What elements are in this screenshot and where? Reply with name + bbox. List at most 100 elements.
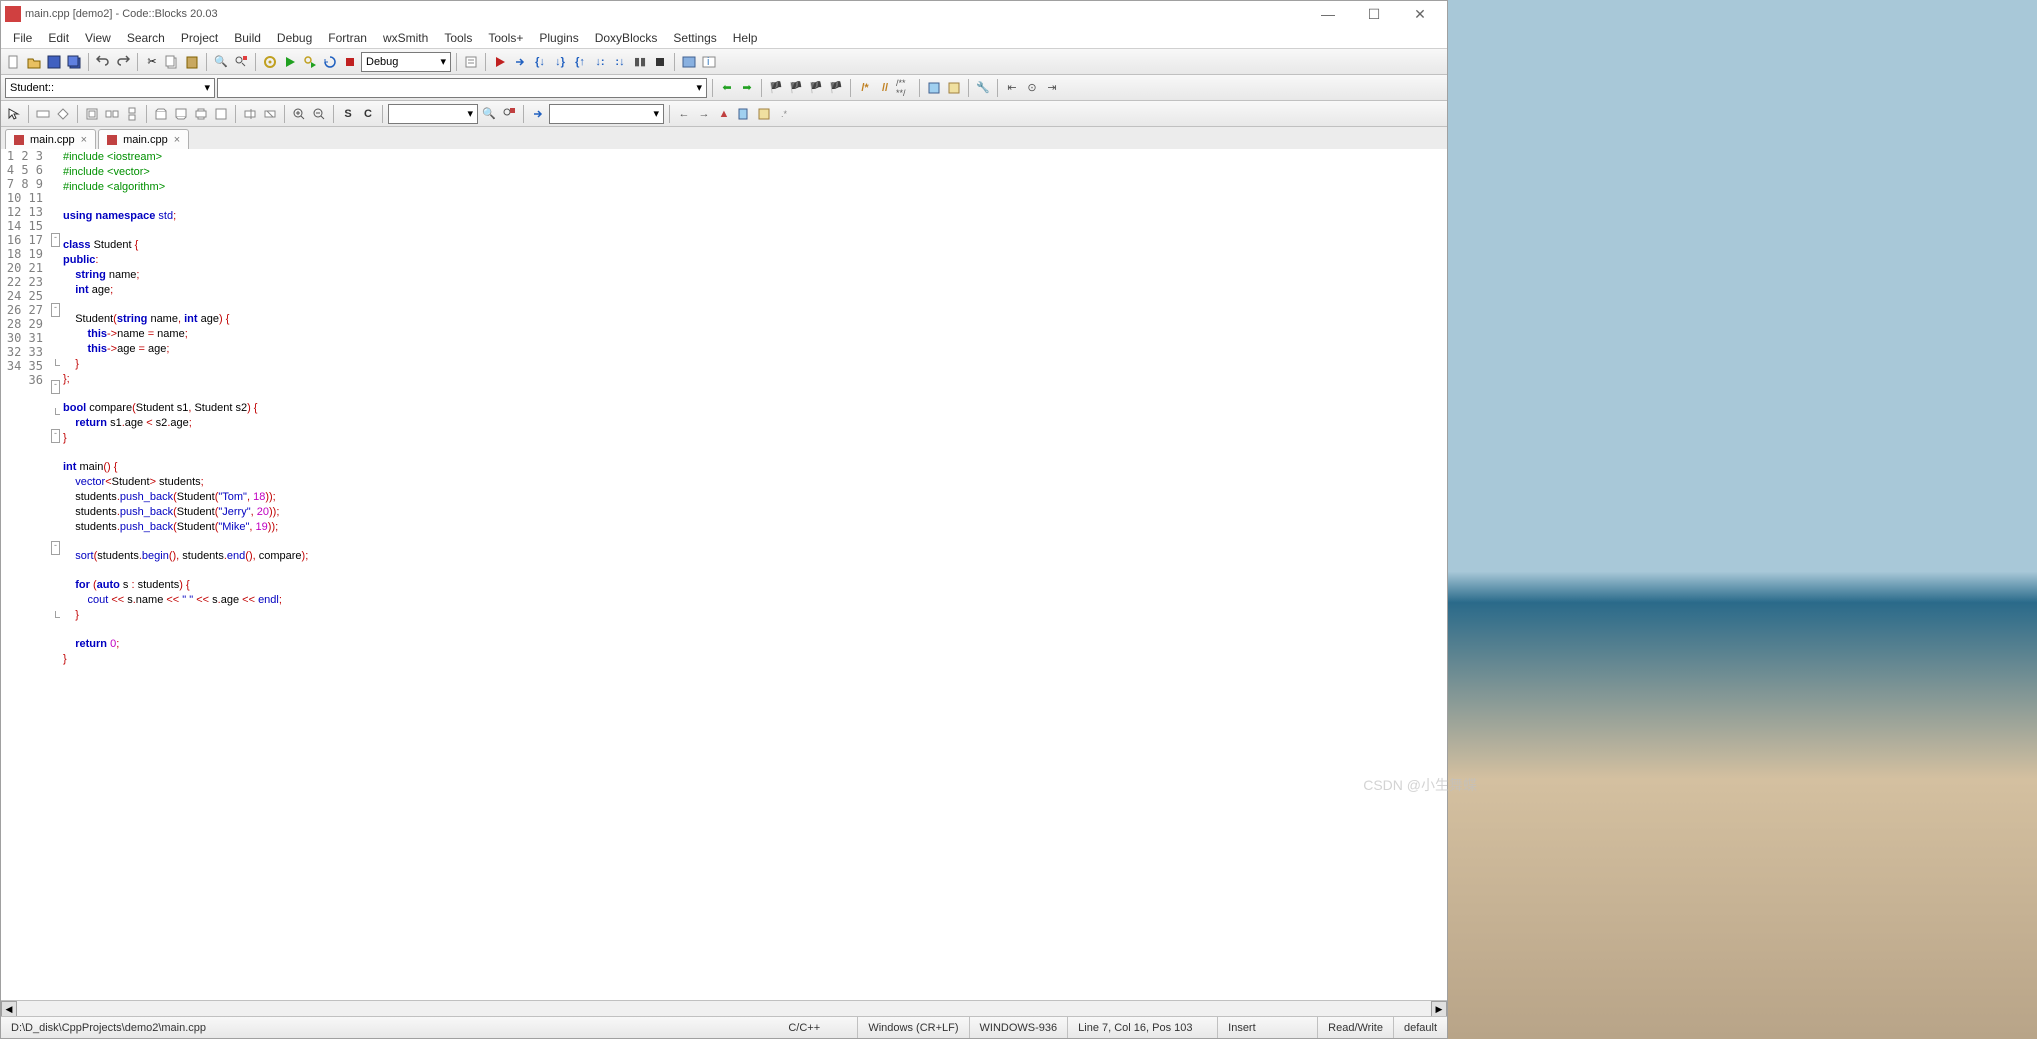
post-loop-icon[interactable] — [192, 105, 210, 123]
fold-toggle-icon[interactable]: - — [51, 541, 60, 555]
fold-toggle-icon[interactable]: - — [51, 429, 60, 443]
return-stmt-icon[interactable] — [261, 105, 279, 123]
doxy-line-icon[interactable]: // — [876, 79, 894, 97]
copy-diff-icon[interactable] — [735, 105, 753, 123]
bookmark-next-icon[interactable]: 🏴 — [807, 79, 825, 97]
save-icon[interactable] — [45, 53, 63, 71]
open-file-icon[interactable] — [25, 53, 43, 71]
menu-view[interactable]: View — [77, 29, 119, 47]
redo-icon[interactable] — [114, 53, 132, 71]
menu-edit[interactable]: Edit — [40, 29, 77, 47]
menu-project[interactable]: Project — [173, 29, 226, 47]
highlight-find-icon[interactable]: 🔍 — [480, 105, 498, 123]
block-v-icon[interactable] — [123, 105, 141, 123]
nav-fwd-icon[interactable]: ➡ — [738, 79, 756, 97]
jump-back-icon[interactable]: ⇤ — [1003, 79, 1021, 97]
info-icon[interactable]: i — [700, 53, 718, 71]
nav-back-icon[interactable]: ⬅ — [718, 79, 736, 97]
endless-loop-icon[interactable] — [212, 105, 230, 123]
bookmark-prev-icon[interactable]: 🏴 — [787, 79, 805, 97]
doxy-settings-icon[interactable]: 🔧 — [974, 79, 992, 97]
minimize-button[interactable]: — — [1305, 1, 1351, 27]
block-h-icon[interactable] — [103, 105, 121, 123]
paste-diff-icon[interactable] — [755, 105, 773, 123]
step-out-icon[interactable]: {↑ — [571, 53, 589, 71]
close-tab-icon[interactable]: × — [81, 134, 87, 146]
counting-loop-icon[interactable] — [152, 105, 170, 123]
member-dropdown[interactable]: ▾ — [217, 78, 707, 98]
paste-icon[interactable] — [183, 53, 201, 71]
scroll-left-icon[interactable]: ◀ — [1, 1001, 17, 1017]
symbol-dropdown[interactable]: Student::▾ — [5, 78, 215, 98]
menu-help[interactable]: Help — [725, 29, 766, 47]
menu-fortran[interactable]: Fortran — [320, 29, 375, 47]
select-icon[interactable] — [5, 105, 23, 123]
menu-doxyblocks[interactable]: DoxyBlocks — [587, 29, 666, 47]
menu-wxsmith[interactable]: wxSmith — [375, 29, 436, 47]
clear-diff-icon[interactable]: .* — [775, 105, 793, 123]
run-icon[interactable] — [281, 53, 299, 71]
goto-file-input[interactable]: ▾ — [549, 104, 664, 124]
text-comment-icon[interactable]: C — [359, 105, 377, 123]
break-stmt-icon[interactable] — [241, 105, 259, 123]
break-icon[interactable]: ▮▮ — [631, 53, 649, 71]
highlight-options-icon[interactable] — [500, 105, 518, 123]
copy-icon[interactable] — [163, 53, 181, 71]
doxy-wizard-icon[interactable]: /** **/ — [896, 79, 914, 97]
save-all-icon[interactable] — [65, 53, 83, 71]
doxy-html-icon[interactable] — [945, 79, 963, 97]
editor-tab[interactable]: main.cpp× — [98, 129, 189, 149]
fold-toggle-icon[interactable]: - — [51, 303, 60, 317]
replace-icon[interactable] — [232, 53, 250, 71]
doxy-run-icon[interactable] — [925, 79, 943, 97]
build-target-dropdown[interactable]: Debug▾ — [361, 52, 451, 72]
menu-debug[interactable]: Debug — [269, 29, 320, 47]
doxy-block-icon[interactable]: /* — [856, 79, 874, 97]
scroll-track[interactable] — [17, 1002, 1431, 1016]
menu-tools[interactable]: Tools — [436, 29, 480, 47]
highlight-diff-icon[interactable]: ▲ — [715, 105, 733, 123]
instruction-icon[interactable] — [34, 105, 52, 123]
build-run-icon[interactable] — [301, 53, 319, 71]
debug-run-icon[interactable] — [491, 53, 509, 71]
goto-file-icon[interactable] — [529, 105, 547, 123]
debug-windows-icon[interactable] — [680, 53, 698, 71]
fold-toggle-icon[interactable]: - — [51, 233, 60, 247]
next-instr-icon[interactable]: ↓: — [591, 53, 609, 71]
bookmark-toggle-icon[interactable]: 🏴 — [767, 79, 785, 97]
rebuild-icon[interactable] — [321, 53, 339, 71]
loop-icon[interactable] — [83, 105, 101, 123]
bookmark-clear-icon[interactable]: 🏴 — [827, 79, 845, 97]
pre-loop-icon[interactable] — [172, 105, 190, 123]
menu-build[interactable]: Build — [226, 29, 269, 47]
menu-search[interactable]: Search — [119, 29, 173, 47]
close-button[interactable]: ✕ — [1397, 1, 1443, 27]
menu-plugins[interactable]: Plugins — [531, 29, 586, 47]
titlebar[interactable]: main.cpp [demo2] - Code::Blocks 20.03 — … — [1, 1, 1447, 27]
next-line-icon[interactable]: {↓ — [531, 53, 549, 71]
maximize-button[interactable]: ☐ — [1351, 1, 1397, 27]
prev-diff-icon[interactable]: ← — [675, 105, 693, 123]
zoom-in-icon[interactable] — [290, 105, 308, 123]
editor-tab[interactable]: main.cpp× — [5, 129, 96, 149]
text-source-icon[interactable]: S — [339, 105, 357, 123]
code-editor[interactable]: #include <iostream> #include <vector> #i… — [63, 149, 1447, 1000]
horizontal-scrollbar[interactable]: ◀ ▶ — [1, 1000, 1447, 1016]
show-targets-icon[interactable] — [462, 53, 480, 71]
find-icon[interactable]: 🔍 — [212, 53, 230, 71]
fold-toggle-icon[interactable]: - — [51, 380, 60, 394]
menu-settings[interactable]: Settings — [665, 29, 724, 47]
menu-file[interactable]: File — [5, 29, 40, 47]
step-into-icon[interactable]: ↓} — [551, 53, 569, 71]
zoom-out-icon[interactable] — [310, 105, 328, 123]
next-diff-icon[interactable]: → — [695, 105, 713, 123]
run-to-cursor-icon[interactable] — [511, 53, 529, 71]
stop-debug-icon[interactable] — [651, 53, 669, 71]
abort-icon[interactable] — [341, 53, 359, 71]
undo-icon[interactable] — [94, 53, 112, 71]
close-tab-icon[interactable]: × — [174, 134, 180, 146]
build-icon[interactable] — [261, 53, 279, 71]
jump-home-icon[interactable]: ⊙ — [1023, 79, 1041, 97]
decision-icon[interactable] — [54, 105, 72, 123]
step-into-instr-icon[interactable]: :↓ — [611, 53, 629, 71]
